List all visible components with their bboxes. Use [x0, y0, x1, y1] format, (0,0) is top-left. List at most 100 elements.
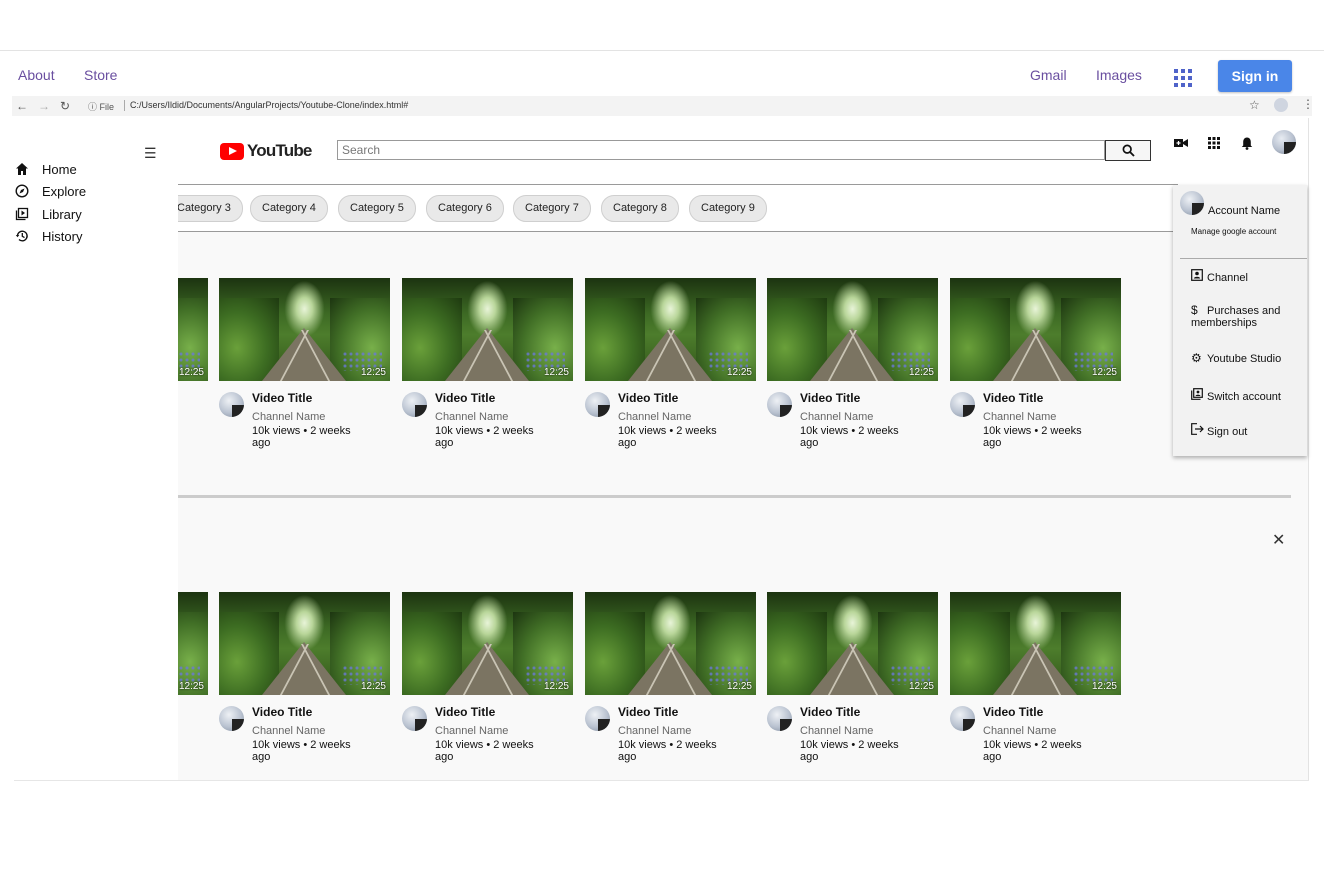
menu-item-purchases[interactable]: $ Purchases and memberships	[1191, 304, 1299, 329]
section-divider	[178, 495, 1291, 498]
search-input[interactable]	[337, 140, 1105, 160]
channel-name[interactable]: Channel Name	[252, 725, 325, 737]
apps-grid-icon[interactable]	[1174, 69, 1192, 87]
browser-profile-icon[interactable]	[1274, 98, 1288, 112]
sidebar-item-explore[interactable]: Explore	[14, 181, 86, 201]
apps-icon[interactable]	[1205, 134, 1223, 152]
channel-avatar[interactable]	[585, 392, 610, 417]
channel-avatar[interactable]	[767, 392, 792, 417]
url-separator	[124, 100, 125, 111]
menu-item-channel[interactable]: Channel	[1191, 269, 1299, 284]
home-icon	[14, 161, 30, 177]
video-thumbnail[interactable]: 12:25	[585, 278, 756, 381]
video-title[interactable]: Video Title	[800, 391, 860, 405]
manage-account-link[interactable]: Manage google account	[1191, 227, 1276, 236]
menu-item-switch-account[interactable]: Switch account	[1191, 388, 1299, 403]
video-meta: 10k views • 2 weeks ago	[435, 739, 534, 763]
sign-in-button[interactable]: Sign in	[1218, 60, 1292, 92]
channel-name[interactable]: Channel Name	[618, 725, 691, 737]
video-thumbnail[interactable]: 12:25	[950, 592, 1121, 695]
channel-name[interactable]: Channel Name	[983, 725, 1056, 737]
menu-item-label: Youtube Studio	[1207, 353, 1282, 365]
channel-name[interactable]: Channel Name	[435, 411, 508, 423]
search-icon	[1122, 144, 1135, 157]
video-duration: 12:25	[360, 681, 386, 692]
video-title[interactable]: Video Title	[618, 705, 678, 719]
back-arrow-icon[interactable]: ←	[16, 99, 28, 113]
chip-category[interactable]: Category 6	[426, 195, 504, 222]
channel-avatar[interactable]	[950, 706, 975, 731]
close-icon[interactable]: ✕	[1272, 530, 1285, 550]
file-label: File	[99, 102, 115, 112]
sidebar-item-home[interactable]: Home	[14, 159, 77, 179]
gmail-link[interactable]: Gmail	[1030, 67, 1067, 83]
bookmark-star-icon[interactable]: ☆	[1249, 98, 1260, 112]
gear-icon: ⚙	[1191, 351, 1202, 365]
address-bar[interactable]: C:/Users/Ildid/Documents/AngularProjects…	[130, 100, 408, 110]
video-title[interactable]: Video Title	[983, 391, 1043, 405]
sidebar-item-label: Library	[42, 206, 82, 222]
reload-icon[interactable]: ↻	[60, 99, 70, 113]
sign-out-icon	[1191, 423, 1207, 437]
channel-avatar[interactable]	[219, 706, 244, 731]
sidebar-item-history[interactable]: History	[14, 226, 82, 246]
video-duration: 12:25	[1091, 681, 1117, 692]
channel-avatar[interactable]	[402, 392, 427, 417]
about-link[interactable]: About	[18, 67, 55, 83]
chip-category[interactable]: Category 9	[689, 195, 767, 222]
channel-name[interactable]: Channel Name	[252, 411, 325, 423]
video-thumbnail[interactable]: 12:25	[219, 592, 390, 695]
history-icon	[14, 228, 30, 244]
video-thumbnail[interactable]: 12:25	[585, 592, 756, 695]
video-thumbnail[interactable]: 12:25	[950, 278, 1121, 381]
video-thumbnail[interactable]: 12:25	[767, 278, 938, 381]
channel-avatar[interactable]	[219, 392, 244, 417]
video-thumbnail[interactable]: 12:25	[219, 278, 390, 381]
chip-category[interactable]: Category 7	[513, 195, 591, 222]
forward-arrow-icon[interactable]: →	[38, 99, 50, 113]
channel-avatar[interactable]	[950, 392, 975, 417]
chip-category[interactable]: Category 8	[601, 195, 679, 222]
account-avatar-button[interactable]	[1272, 130, 1296, 154]
menu-item-sign-out[interactable]: Sign out	[1191, 423, 1299, 438]
video-duration: 12:25	[543, 681, 569, 692]
channel-name[interactable]: Channel Name	[618, 411, 691, 423]
chip-mask	[150, 185, 178, 231]
video-duration: 12:25	[726, 367, 752, 378]
channel-avatar[interactable]	[585, 706, 610, 731]
video-meta: 10k views • 2 weeks ago	[618, 739, 717, 763]
video-title[interactable]: Video Title	[435, 705, 495, 719]
video-thumbnail[interactable]: 12:25	[402, 278, 573, 381]
sidebar-item-library[interactable]: Library	[14, 204, 82, 224]
video-title[interactable]: Video Title	[618, 391, 678, 405]
notifications-bell-icon[interactable]	[1238, 134, 1256, 152]
channel-name[interactable]: Channel Name	[983, 411, 1056, 423]
video-title[interactable]: Video Title	[252, 391, 312, 405]
video-title[interactable]: Video Title	[252, 705, 312, 719]
images-link[interactable]: Images	[1096, 67, 1142, 83]
search-button[interactable]	[1105, 140, 1151, 161]
browser-menu-icon[interactable]: ⋮	[1302, 97, 1314, 111]
store-link[interactable]: Store	[84, 67, 117, 83]
video-title[interactable]: Video Title	[435, 391, 495, 405]
youtube-logo[interactable]: YouTube	[220, 141, 312, 161]
create-video-icon[interactable]	[1172, 134, 1190, 152]
channel-name[interactable]: Channel Name	[800, 411, 873, 423]
video-meta: 10k views • 2 weeks ago	[618, 425, 717, 449]
chip-category[interactable]: Category 5	[338, 195, 416, 222]
chip-category[interactable]: Category 4	[250, 195, 328, 222]
video-title[interactable]: Video Title	[983, 705, 1043, 719]
video-duration: 12:25	[908, 681, 934, 692]
video-thumbnail[interactable]: 12:25	[767, 592, 938, 695]
channel-avatar[interactable]	[767, 706, 792, 731]
video-duration: 12:25	[1091, 367, 1117, 378]
video-thumbnail[interactable]: 12:25	[402, 592, 573, 695]
channel-name[interactable]: Channel Name	[800, 725, 873, 737]
menu-item-youtube-studio[interactable]: ⚙ Youtube Studio	[1191, 352, 1299, 365]
info-icon[interactable]: ⓘ File	[88, 100, 114, 113]
menu-hamburger-icon[interactable]: ☰	[144, 145, 157, 162]
video-title[interactable]: Video Title	[800, 705, 860, 719]
channel-avatar[interactable]	[402, 706, 427, 731]
video-duration: 12:25	[178, 681, 204, 692]
channel-name[interactable]: Channel Name	[435, 725, 508, 737]
